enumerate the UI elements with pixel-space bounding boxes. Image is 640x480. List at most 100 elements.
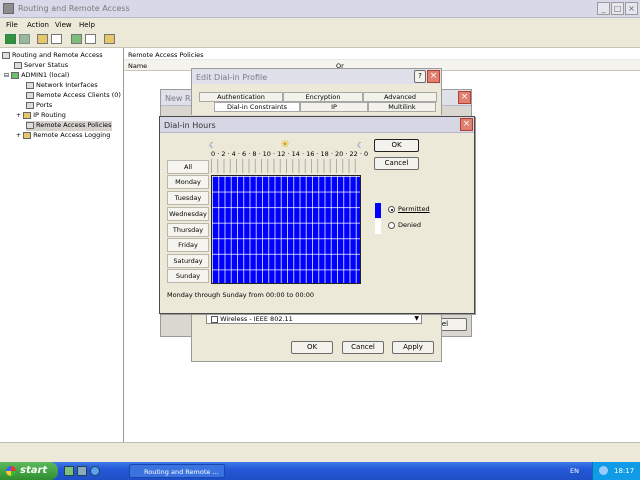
tree-item-server-status[interactable]: Server Status [14,61,68,71]
edit-profile-titlebar[interactable]: Edit Dial-in Profile ? × [192,69,441,85]
network-tray-icon[interactable] [599,466,608,475]
toolbar [0,31,640,48]
tab-multilink-visible[interactable]: Multilink [368,102,436,112]
permitted-swatch [375,203,381,218]
windows-logo-icon [6,466,16,476]
dialin-hours-close-button[interactable]: × [460,118,473,131]
new-policy-title: New R [165,94,191,103]
tab-ip-visible[interactable]: IP [300,102,368,112]
menu-file[interactable]: File [6,21,18,29]
column-name[interactable]: Name [128,62,147,70]
details-header: Remote Access Policies [124,48,640,60]
clients-icon [26,91,34,99]
properties-icon[interactable] [71,34,82,44]
ports-icon [26,101,34,109]
moon-icon-end: ☾ [357,141,365,150]
refresh-icon[interactable] [85,34,96,44]
help-button[interactable]: ? [414,70,426,83]
day-tuesday[interactable]: Tuesday [167,191,209,205]
menu-action[interactable]: Action [27,21,49,29]
back-icon[interactable] [5,34,16,44]
tree-item-remote-access-logging[interactable]: + Remote Access Logging [16,131,110,141]
maximize-button[interactable]: □ [611,2,624,15]
port-type-checkbox-visible[interactable] [211,315,218,323]
tab-dialin-constraints-visible[interactable]: Dial-in Constraints [214,102,300,112]
cancel-button-visible[interactable]: Cancel [342,341,384,354]
day-monday[interactable]: Monday [167,175,209,189]
hour-tick-labels: 0 · 2 · 4 · 6 · 8 · 10 · 12 · 14 · 16 · … [211,150,369,158]
system-tray: 18:17 [592,462,640,480]
tree-item-rras[interactable]: Routing and Remote Access [2,51,103,61]
show-desktop-icon[interactable] [64,466,74,476]
dialin-hours-ok-button[interactable]: OK [374,139,419,152]
internet-explorer-icon[interactable] [90,466,100,476]
app-icon [3,3,14,14]
up-icon[interactable] [37,34,48,44]
dialin-hours-cancel-button[interactable]: Cancel [374,157,419,170]
close-button[interactable]: × [625,2,638,15]
taskbar-button-rras[interactable]: Routing and Remote ... [129,464,225,478]
collapse-icon[interactable]: ⊟ [4,72,9,79]
expand-icon[interactable]: + [16,112,21,119]
window-title: Routing and Remote Access [18,4,130,13]
denied-radio[interactable] [388,222,395,229]
denied-swatch [375,219,381,234]
tree-item-admin1[interactable]: ⊟ ADMIN1 (local) [4,71,69,81]
server-status-icon [14,61,22,69]
forward-icon[interactable] [19,34,30,44]
export-icon[interactable] [104,34,115,44]
tree-item-ports[interactable]: Ports [26,101,52,111]
new-policy-close-button[interactable]: × [458,91,471,104]
menu-view[interactable]: View [55,21,72,29]
title-bar[interactable]: Routing and Remote Access _ □ × [0,0,640,18]
dialin-hours-titlebar[interactable]: Dial-in Hours × [160,117,474,133]
clock[interactable]: 18:17 [614,467,634,475]
explorer-icon[interactable] [77,466,87,476]
dialin-hours-title: Dial-in Hours [164,121,216,130]
select-all-button[interactable]: All [167,160,209,174]
tab-advanced-visible[interactable]: Advanced [363,92,437,102]
moon-icon: ☾ [209,141,217,150]
logging-icon [23,131,32,139]
dialin-hours-dialog: Dial-in Hours × ☾ ☀ ☾ 0 · 2 · 4 · 6 · 8 … [159,116,475,314]
dropdown-arrow-icon[interactable]: ▼ [414,315,419,322]
tab-authentication-visible[interactable]: Authentication [199,92,283,102]
day-thursday[interactable]: Thursday [167,223,209,237]
permitted-label[interactable]: Permitted [398,205,430,213]
port-type-row[interactable]: Wireless - IEEE 802.11 ▼ [206,313,422,324]
day-sunday[interactable]: Sunday [167,269,209,283]
edit-profile-title: Edit Dial-in Profile [196,73,268,82]
day-wednesday[interactable]: Wednesday [167,207,209,221]
tab-encryption-visible[interactable]: Encryption [283,92,363,102]
show-hide-tree-icon[interactable] [51,34,62,44]
edit-profile-bottom-overlay: Wireless - IEEE 802.11 ▼ OK Cancel Apply [191,313,442,362]
menu-bar: File Action View Help [0,18,640,31]
tree-item-remote-access-clients[interactable]: Remote Access Clients (0) [26,91,121,101]
ok-button-visible[interactable]: OK [291,341,333,354]
day-saturday[interactable]: Saturday [167,254,209,268]
apply-button-visible[interactable]: Apply [392,341,434,354]
minimize-button[interactable]: _ [597,2,610,15]
console-tree[interactable]: Routing and Remote Access Server Status … [0,48,124,442]
permitted-radio[interactable] [388,206,395,213]
policy-icon [26,121,34,129]
edit-profile-close-button[interactable]: × [427,70,440,83]
tree-item-network-interfaces[interactable]: Network Interfaces [26,81,98,91]
hours-grid[interactable] [211,175,361,284]
tree-item-ip-routing[interactable]: + IP Routing [16,111,66,121]
language-indicator[interactable]: EN [570,467,579,475]
day-friday[interactable]: Friday [167,238,209,252]
status-bar [0,442,640,462]
edit-profile-tabs-overlay: Authentication Encryption Advanced Dial-… [191,84,442,115]
expand-icon[interactable]: + [16,132,21,139]
rras-icon [2,51,10,59]
server-icon [11,71,20,79]
taskbar: start Routing and Remote ... EN 18:17 [0,462,640,480]
hour-column-selectors[interactable] [211,159,361,173]
schedule-summary: Monday through Sunday from 00:00 to 00:0… [167,291,315,299]
tree-item-remote-access-policies[interactable]: Remote Access Policies [26,121,112,131]
routing-icon [23,111,32,119]
menu-help[interactable]: Help [79,21,95,29]
denied-label[interactable]: Denied [398,221,421,229]
network-icon [26,81,34,89]
